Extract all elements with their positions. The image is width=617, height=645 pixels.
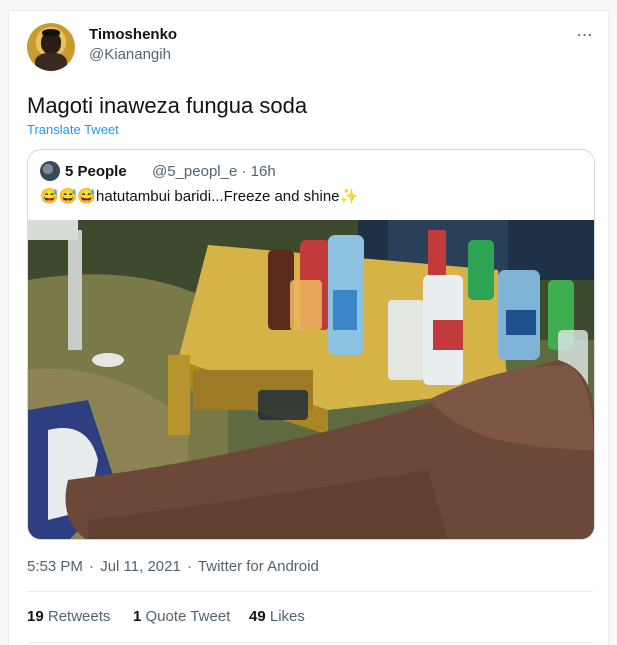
meta-separator: ·	[241, 163, 247, 180]
source-separator: ·	[187, 558, 193, 575]
tweet-date[interactable]: Jul 11, 2021	[100, 558, 181, 575]
tweet-text: Magoti inaweza fungua soda	[27, 93, 308, 118]
quoted-meta: @5_peopl_e · 16h	[152, 163, 276, 180]
sparkles-emoji: ✨	[339, 188, 359, 205]
quote-count: 1	[133, 608, 142, 625]
quoted-author-name[interactable]: 5 People	[65, 163, 127, 180]
author-avatar[interactable]	[27, 23, 75, 71]
retweets-label: Retweets	[47, 608, 111, 625]
likes-count: 49	[249, 608, 266, 625]
quoted-author-avatar[interactable]	[40, 161, 60, 181]
quote-label: Quote Tweet	[145, 608, 231, 625]
translate-tweet-link[interactable]: Translate Tweet	[27, 122, 119, 137]
quoted-tweet[interactable]: 5 People @5_peopl_e · 16h 😅😅😅hatutambui …	[27, 149, 595, 540]
time-separator: ·	[89, 558, 95, 575]
retweets-stat[interactable]: 19 Retweets	[27, 608, 110, 625]
tweet-timestamp: 5:53 PM · Jul 11, 2021 · Twitter for And…	[27, 558, 319, 575]
author-handle[interactable]: @Kianangih	[89, 46, 171, 63]
divider	[27, 642, 593, 643]
tweet-source[interactable]: Twitter for Android	[198, 558, 319, 575]
likes-stat[interactable]: 49 Likes	[249, 608, 305, 625]
quote-tweets-stat[interactable]: 1 Quote Tweet	[133, 608, 230, 625]
author-name[interactable]: Timoshenko	[89, 26, 177, 43]
retweets-count: 19	[27, 608, 44, 625]
tweet-time[interactable]: 5:53 PM	[27, 558, 83, 575]
tweet-header: Timoshenko @Kianangih ⋯	[27, 23, 597, 71]
divider	[27, 591, 593, 592]
photo-illustration	[28, 220, 594, 539]
quoted-age[interactable]: 16h	[251, 163, 276, 180]
quoted-author-handle[interactable]: @5_peopl_e	[152, 163, 237, 180]
more-options-icon[interactable]: ⋯	[573, 25, 597, 45]
tweet-card: Timoshenko @Kianangih ⋯ Magoti inaweza f…	[8, 10, 609, 645]
quoted-text: 😅😅😅hatutambui baridi...Freeze and shine✨	[40, 187, 358, 205]
sweat-smile-emoji: 😅😅😅	[40, 188, 97, 205]
quoted-photo[interactable]	[28, 220, 594, 539]
quoted-text-body: hatutambui baridi...Freeze and shine	[96, 188, 340, 205]
likes-label: Likes	[269, 608, 305, 625]
